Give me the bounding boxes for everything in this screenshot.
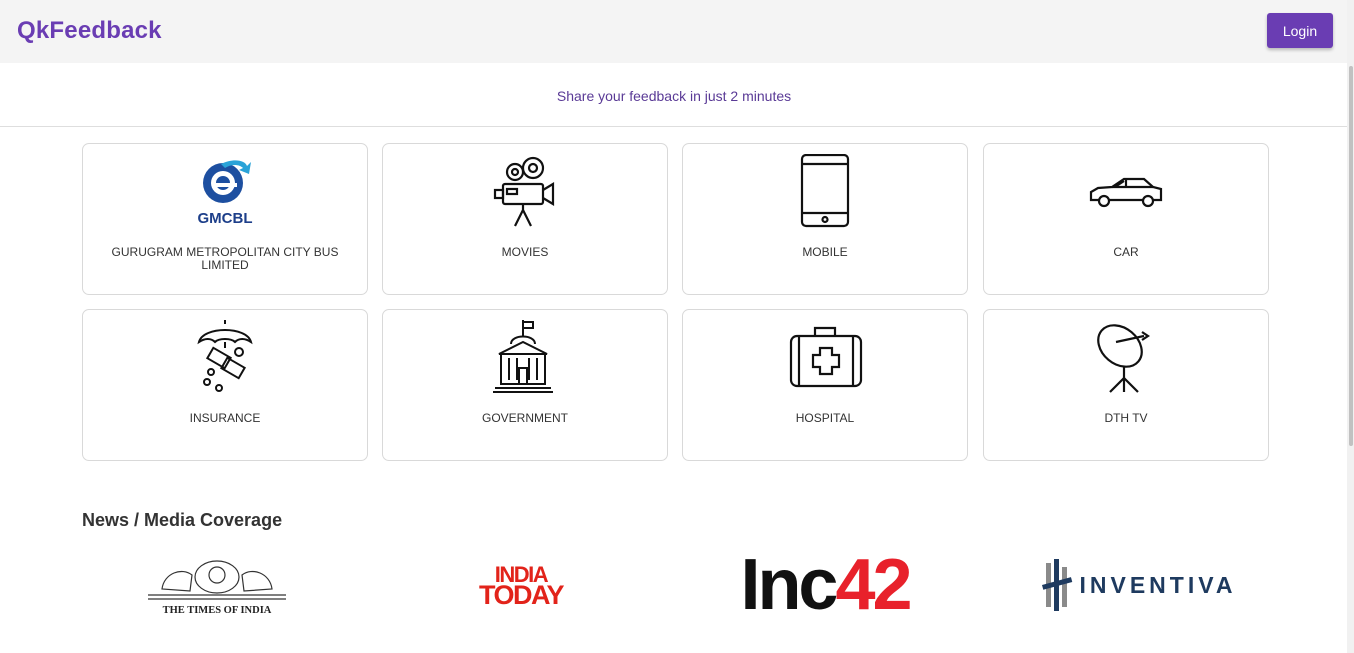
category-card-car[interactable]: CAR <box>983 143 1269 295</box>
category-card-dth-tv[interactable]: DTH TV <box>983 309 1269 461</box>
movie-camera-icon <box>383 154 667 228</box>
media-logo-inventiva[interactable]: INVENTIVA <box>1010 548 1268 622</box>
inventiva-wordmark: INVENTIVA <box>1079 571 1237 598</box>
times-of-india-wordmark: THE TIMES OF INDIA <box>163 605 272 616</box>
media-coverage-title: News / Media Coverage <box>82 510 283 530</box>
satellite-dish-icon <box>984 320 1268 394</box>
category-card-gmcbl[interactable]: GMCBL GURUGRAM METROPOLITAN CITY BUS LIM… <box>82 143 368 295</box>
media-logo-times-of-india[interactable]: THE TIMES OF INDIA <box>82 548 352 622</box>
gmcbl-logo: GMCBL <box>83 154 367 228</box>
category-card-movies[interactable]: MOVIES <box>382 143 668 295</box>
category-label: GOVERNMENT <box>481 411 568 425</box>
india-today-line-2: TODAY <box>478 580 565 610</box>
inc42-wordmark-42: 42 <box>835 545 912 625</box>
media-logo-india-today[interactable]: INDIA TODAY <box>382 548 660 622</box>
mobile-phone-icon <box>683 154 967 228</box>
category-label: DTH TV <box>1104 411 1148 425</box>
category-card-hospital[interactable]: HOSPITAL <box>682 309 968 461</box>
category-label: INSURANCE <box>189 411 261 425</box>
brand-logo[interactable]: QkFeedback <box>17 17 162 45</box>
category-card-insurance[interactable]: INSURANCE <box>82 309 368 461</box>
login-button[interactable]: Login <box>1267 13 1333 48</box>
first-aid-kit-icon <box>683 320 967 394</box>
category-label: MOBILE <box>802 245 848 259</box>
inc42-wordmark-inc: Inc <box>740 545 838 625</box>
top-navbar: QkFeedback Login <box>0 0 1354 63</box>
header-divider <box>0 126 1348 127</box>
page-scrollbar-thumb[interactable] <box>1349 66 1353 446</box>
insurance-umbrella-icon <box>83 320 367 394</box>
category-label: MOVIES <box>501 245 549 259</box>
category-label: CAR <box>1113 245 1139 259</box>
category-card-mobile[interactable]: MOBILE <box>682 143 968 295</box>
category-label: HOSPITAL <box>795 411 855 425</box>
tagline: Share your feedback in just 2 minutes <box>556 88 792 104</box>
category-label: GURUGRAM METROPOLITAN CITY BUS LIMITED <box>111 245 339 272</box>
inventiva-mark-icon <box>1041 559 1072 611</box>
government-building-icon <box>383 320 667 394</box>
gmcbl-logo-text: GMCBL <box>198 210 253 227</box>
category-card-government[interactable]: GOVERNMENT <box>382 309 668 461</box>
car-icon <box>984 154 1268 228</box>
media-logo-inc42[interactable]: Inc42 <box>682 548 968 622</box>
